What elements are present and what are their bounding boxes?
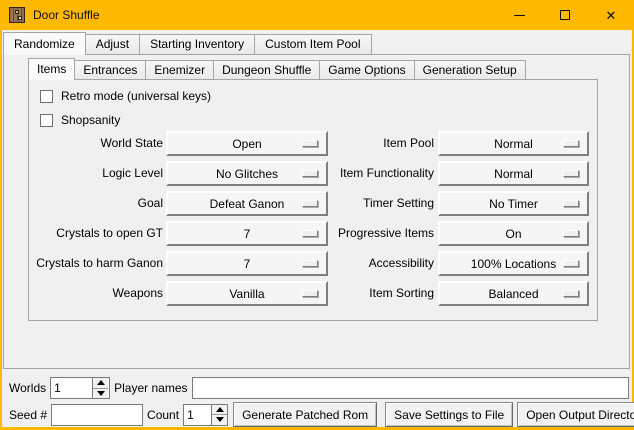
shopsanity-checkbox[interactable]: Shopsanity [40,113,120,127]
randomize-panel: Items Entrances Enemizer Dungeon Shuffle… [3,54,630,369]
tab-entrances[interactable]: Entrances [74,60,146,79]
tab-starting-inventory[interactable]: Starting Inventory [139,34,255,54]
app-window: Door Shuffle ✕ Randomize Adjust Starting… [0,0,634,430]
minimize-button[interactable] [496,0,542,30]
worlds-spin-buttons [92,378,108,398]
tab-adjust[interactable]: Adjust [85,34,140,54]
player-names-input[interactable] [192,377,630,399]
logic-level-label: Logic Level [29,161,163,186]
sub-tab-bar: Items Entrances Enemizer Dungeon Shuffle… [28,57,525,79]
shopsanity-label: Shopsanity [61,113,120,127]
tab-randomize[interactable]: Randomize [3,32,86,55]
progressive-items-label: Progressive Items [299,221,434,246]
accessibility-dropdown[interactable]: 100% Locations [438,251,589,276]
door-icon [9,7,25,23]
dropdown-indicator-icon [563,170,579,177]
spin-up-icon [97,380,105,385]
generate-rom-button[interactable]: Generate Patched Rom [233,402,377,427]
item-sorting-value: Balanced [488,287,538,301]
count-input[interactable] [184,405,211,425]
progressive-items-value: On [505,227,521,241]
maximize-icon [560,10,570,20]
dropdown-indicator-icon [563,140,579,147]
items-panel: Retro mode (universal keys) Shopsanity W… [28,79,598,321]
tab-enemizer[interactable]: Enemizer [145,60,214,79]
minimize-icon [514,15,525,16]
dropdown-indicator-icon [563,200,579,207]
checkbox-icon [40,114,53,127]
world-state-value: Open [232,137,261,151]
retro-mode-label: Retro mode (universal keys) [61,89,211,103]
tab-generation-setup[interactable]: Generation Setup [414,60,526,79]
item-functionality-value: Normal [494,167,533,181]
checkbox-icon [40,90,53,103]
timer-setting-dropdown[interactable]: No Timer [438,191,589,216]
main-tab-bar: Randomize Adjust Starting Inventory Cust… [3,31,371,54]
accessibility-value: 100% Locations [471,257,556,271]
save-settings-button[interactable]: Save Settings to File [385,402,513,427]
close-icon: ✕ [606,9,617,22]
titlebar: Door Shuffle ✕ [0,0,634,30]
worlds-input[interactable] [51,378,92,398]
item-pool-dropdown[interactable]: Normal [438,131,589,156]
worlds-spinbox [50,377,110,399]
spin-up-button[interactable] [93,378,108,389]
accessibility-label: Accessibility [299,251,434,276]
window-title: Door Shuffle [33,8,100,22]
tab-game-options[interactable]: Game Options [319,60,414,79]
crystals-gt-label: Crystals to open GT [29,221,163,246]
count-label: Count [147,408,179,422]
player-names-label: Player names [114,381,187,395]
tab-dungeon-shuffle[interactable]: Dungeon Shuffle [213,60,320,79]
timer-setting-label: Timer Setting [299,191,434,216]
goal-value: Defeat Ganon [210,197,285,211]
spin-up-icon [216,407,224,412]
count-spin-buttons [211,405,227,425]
item-sorting-label: Item Sorting [299,281,434,306]
weapons-value: Vanilla [229,287,264,301]
dropdown-indicator-icon [563,260,579,267]
world-state-label: World State [29,131,163,156]
crystals-ganon-value: 7 [244,257,251,271]
worlds-label: Worlds [9,381,46,395]
spin-down-icon [216,417,224,422]
item-pool-value: Normal [494,137,533,151]
close-button[interactable]: ✕ [588,0,634,30]
spin-down-button[interactable] [93,389,108,399]
dropdown-indicator-icon [563,290,579,297]
worlds-row: Worlds Player names [9,377,629,399]
window-body: Randomize Adjust Starting Inventory Cust… [2,30,632,427]
bottom-controls: Worlds Player names Seed # Count [2,370,632,427]
tab-items[interactable]: Items [28,58,75,80]
count-spinbox [183,404,228,426]
item-pool-label: Item Pool [299,131,434,156]
spin-up-button[interactable] [212,405,227,416]
retro-mode-checkbox[interactable]: Retro mode (universal keys) [40,89,211,103]
spin-down-button[interactable] [212,415,227,425]
weapons-label: Weapons [29,281,163,306]
logic-level-value: No Glitches [216,167,278,181]
seed-row: Seed # Count Generate Patched Rom Save S… [9,402,629,427]
maximize-button[interactable] [542,0,588,30]
progressive-items-dropdown[interactable]: On [438,221,589,246]
seed-label: Seed # [9,408,47,422]
item-sorting-dropdown[interactable]: Balanced [438,281,589,306]
tab-custom-item-pool[interactable]: Custom Item Pool [254,34,371,54]
spin-down-icon [97,391,105,396]
caption-buttons: ✕ [496,0,634,30]
seed-input[interactable] [51,404,143,426]
dropdown-indicator-icon [563,230,579,237]
timer-setting-value: No Timer [489,197,538,211]
open-output-button[interactable]: Open Output Directory [517,402,634,427]
item-functionality-dropdown[interactable]: Normal [438,161,589,186]
item-functionality-label: Item Functionality [299,161,434,186]
goal-label: Goal [29,191,163,216]
crystals-gt-value: 7 [244,227,251,241]
crystals-ganon-label: Crystals to harm Ganon [29,251,163,276]
